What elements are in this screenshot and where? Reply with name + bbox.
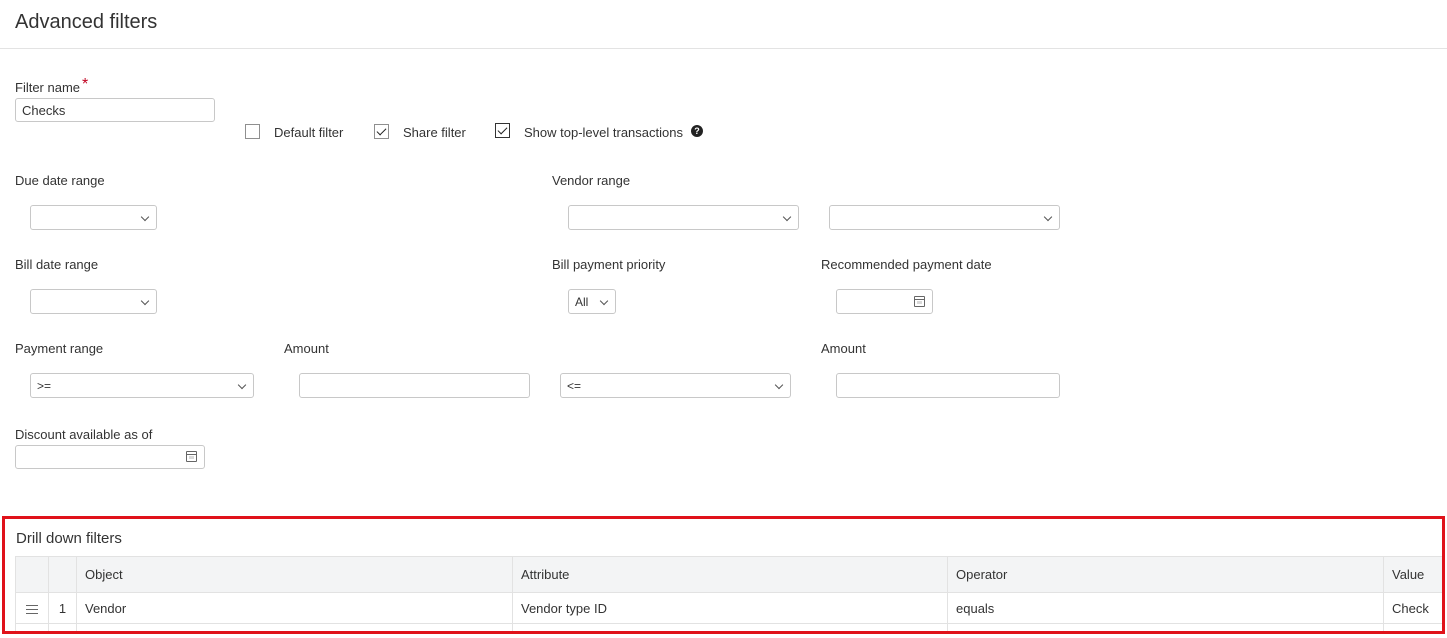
discount-available-label: Discount available as of xyxy=(15,427,153,442)
operator-column-header[interactable]: Operator xyxy=(947,556,1384,593)
default-filter-checkbox[interactable] xyxy=(245,124,260,139)
row-attribute-cell[interactable]: Vendor type ID xyxy=(512,592,948,624)
row-operator-cell[interactable]: equals xyxy=(947,592,1384,624)
amount-label-to: Amount xyxy=(821,341,866,356)
drill-down-filters-panel: Drill down filters Object Attribute Oper… xyxy=(2,516,1445,634)
drag-handle-cell[interactable] xyxy=(15,592,49,624)
row-index: 1 xyxy=(48,592,77,624)
bill-payment-priority-select[interactable]: All xyxy=(568,289,616,314)
payment-range-from-select[interactable]: >= xyxy=(30,373,254,398)
chevron-down-icon xyxy=(140,296,150,306)
required-indicator: * xyxy=(82,76,89,93)
recommended-payment-date-label: Recommended payment date xyxy=(821,257,992,272)
bill-payment-priority-value: All xyxy=(575,295,589,309)
amount-to-input[interactable] xyxy=(836,373,1060,398)
amount-label-from: Amount xyxy=(284,341,329,356)
show-top-level-checkbox[interactable] xyxy=(495,123,510,138)
row-object-cell[interactable]: Vendor xyxy=(76,592,513,624)
table-row[interactable]: 1 Vendor Vendor type ID equals Check xyxy=(15,592,1442,624)
row-value-cell-empty[interactable] xyxy=(1383,623,1442,631)
filter-name-input[interactable]: Checks xyxy=(15,98,215,122)
attribute-column-header[interactable]: Attribute xyxy=(512,556,948,593)
discount-available-date-input[interactable] xyxy=(15,445,205,469)
calendar-icon[interactable] xyxy=(914,296,925,307)
drag-column-header xyxy=(15,556,49,593)
row-index-empty xyxy=(48,623,77,631)
row-object-cell-empty[interactable] xyxy=(76,623,513,631)
payment-range-from-value: >= xyxy=(37,379,52,393)
table-header-row: Object Attribute Operator Value xyxy=(15,556,1442,593)
drill-down-table: Object Attribute Operator Value 1 Vendor… xyxy=(15,556,1442,631)
chevron-down-icon xyxy=(140,212,150,222)
row-operator-cell-empty[interactable] xyxy=(947,623,1384,631)
bill-date-range-select[interactable] xyxy=(30,289,157,314)
bill-payment-priority-label: Bill payment priority xyxy=(552,257,666,272)
share-filter-label: Share filter xyxy=(403,125,466,140)
chevron-down-icon xyxy=(782,212,792,222)
drag-handle-icon[interactable] xyxy=(26,604,38,614)
chevron-down-icon xyxy=(599,296,609,306)
row-attribute-cell-empty[interactable] xyxy=(512,623,948,631)
chevron-down-icon xyxy=(1043,212,1053,222)
vendor-range-to-select[interactable] xyxy=(829,205,1060,230)
show-top-level-label: Show top-level transactions xyxy=(524,125,683,140)
payment-range-label: Payment range xyxy=(15,341,104,356)
value-column-header[interactable]: Value xyxy=(1383,556,1442,593)
calendar-icon[interactable] xyxy=(186,451,197,462)
amount-from-input[interactable] xyxy=(299,373,530,398)
due-date-range-label: Due date range xyxy=(15,173,105,188)
payment-range-to-value: <= xyxy=(567,379,582,393)
bill-date-range-label: Bill date range xyxy=(15,257,99,272)
vendor-range-from-select[interactable] xyxy=(568,205,799,230)
filter-name-label: Filter name * xyxy=(15,76,89,97)
drag-handle-cell[interactable] xyxy=(15,623,49,631)
due-date-range-select[interactable] xyxy=(30,205,157,230)
page-header: Advanced filters xyxy=(0,0,1447,49)
chevron-down-icon xyxy=(774,380,784,390)
table-row-empty[interactable] xyxy=(15,623,1442,631)
share-filter-checkbox[interactable] xyxy=(374,124,389,139)
index-column-header xyxy=(48,556,77,593)
drill-down-title: Drill down filters xyxy=(16,530,122,547)
filter-name-label-text: Filter name xyxy=(15,80,81,95)
recommended-payment-date-input[interactable] xyxy=(836,289,933,314)
object-column-header[interactable]: Object xyxy=(76,556,513,593)
help-icon[interactable]: ? xyxy=(691,125,703,137)
vendor-range-label: Vendor range xyxy=(552,173,631,188)
row-value-cell[interactable]: Check xyxy=(1383,592,1442,624)
default-filter-label: Default filter xyxy=(274,125,344,140)
chevron-down-icon xyxy=(237,380,247,390)
page-title: Advanced filters xyxy=(15,11,158,33)
payment-range-to-select[interactable]: <= xyxy=(560,373,791,398)
